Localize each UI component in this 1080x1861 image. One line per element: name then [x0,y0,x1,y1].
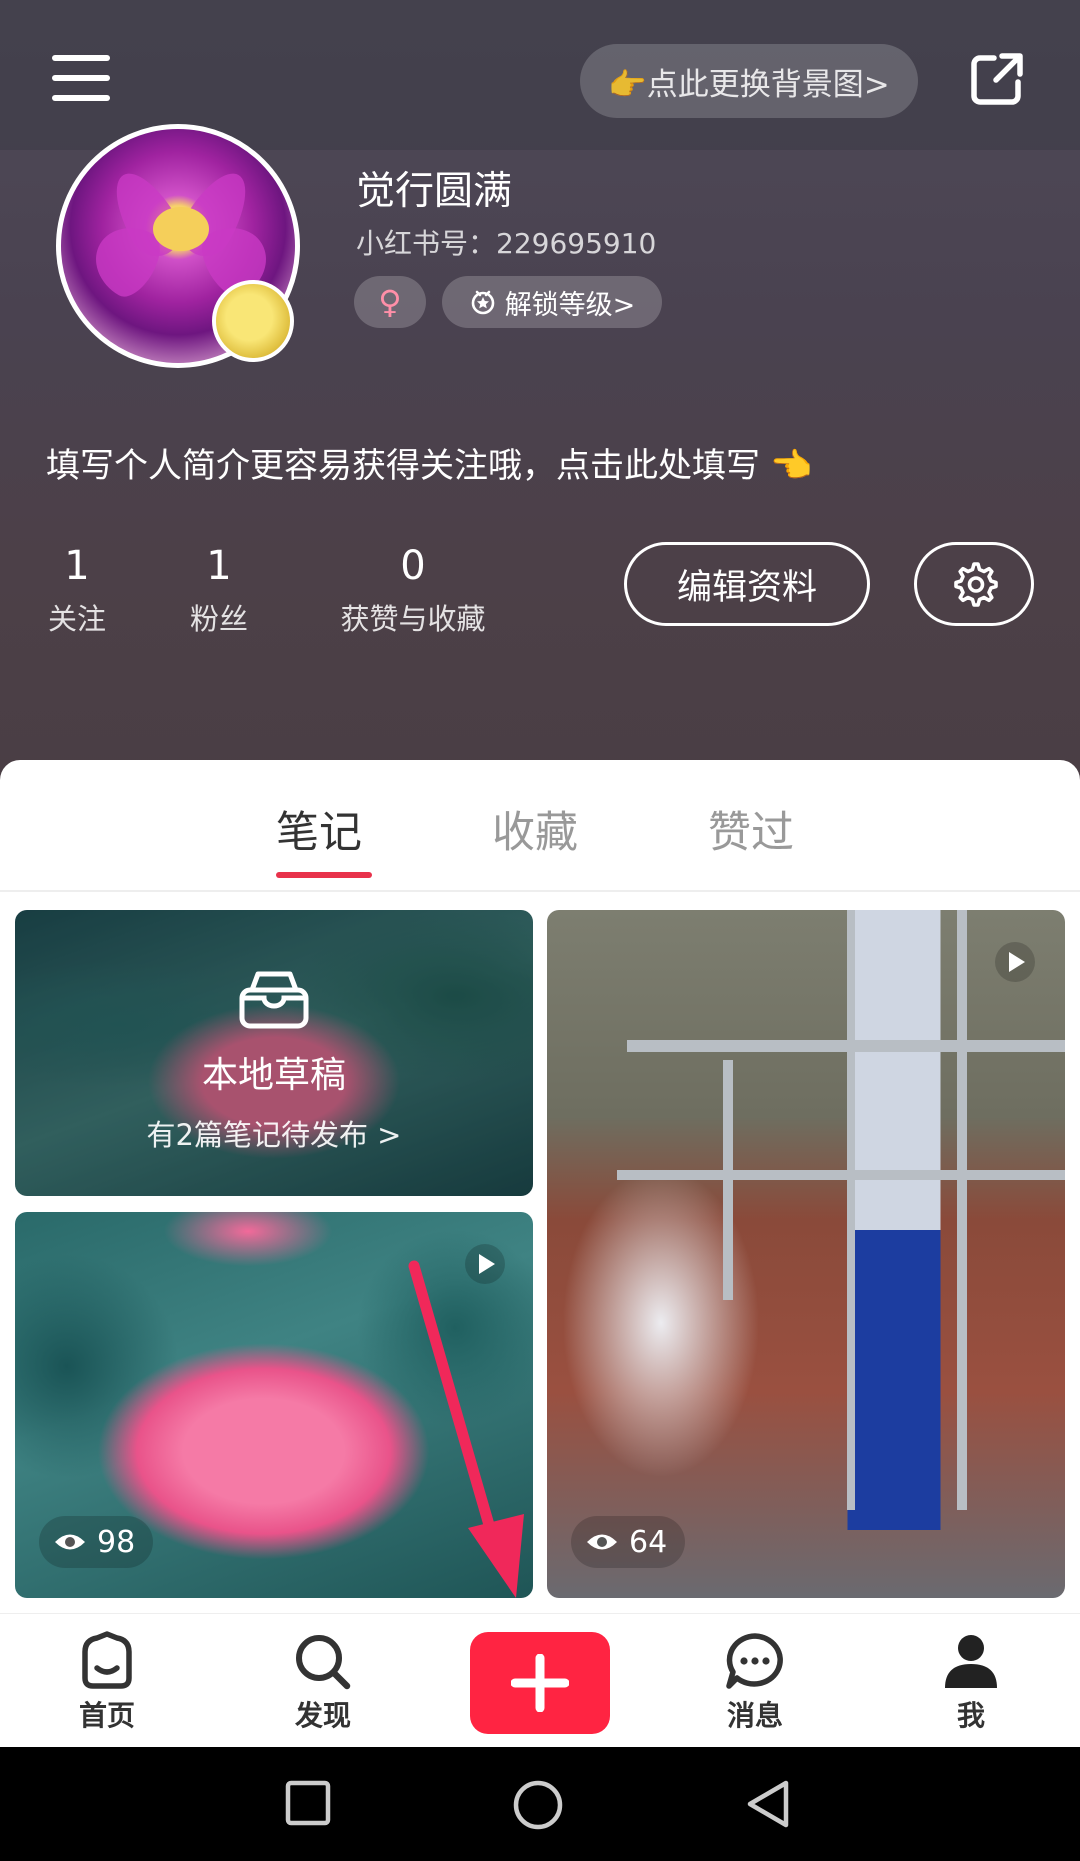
likes-collects-count: 0 [400,543,426,589]
plus-icon [511,1654,569,1712]
system-nav-bar [0,1747,1080,1861]
note-card[interactable]: 64 [547,910,1065,1598]
gender-badge: ♀ [354,276,426,328]
home-circle-icon[interactable] [512,1779,564,1831]
drafts-title: 本地草稿 [201,1055,346,1096]
bio-prompt[interactable]: 填写个人简介更容易获得关注哦，点击此处填写 👈 [46,438,812,487]
nickname: 觉行圆满 [356,169,513,214]
nav-me-label: 我 [956,1699,985,1732]
following-count: 1 [64,543,90,589]
menu-icon[interactable] [52,55,110,101]
nav-discover-label: 发现 [294,1699,351,1732]
tab-liked[interactable]: 赞过 [708,798,794,860]
note-card[interactable]: 98 [15,1212,533,1598]
tab-active-indicator [276,872,372,878]
tab-notes[interactable]: 笔记 [276,798,362,860]
view-count-value: 64 [629,1524,668,1560]
bio-text: 填写个人简介更容易获得关注哦，点击此处填写 [46,446,760,486]
profile-header: 👉点此更换背景图> 觉行圆满 小红书号：229695910 ♀ 解锁等级> 填写… [0,0,1080,800]
view-count-value: 98 [97,1524,136,1560]
search-icon [296,1635,351,1690]
video-play-icon [995,942,1035,982]
followers-count: 1 [206,543,232,589]
settings-button[interactable] [914,542,1034,626]
pointing-hand-icon: 👈 [770,446,813,486]
person-icon [945,1635,997,1688]
gear-icon [954,562,998,607]
drafts-box-icon [239,971,309,1029]
video-play-icon [465,1244,505,1284]
likes-collects-label: 获赞与收藏 [340,602,486,636]
following-stat[interactable]: 1 关注 [44,540,110,638]
medal-icon [471,290,494,315]
local-drafts-card[interactable]: 本地草稿 有2篇笔记待发布 > [15,910,533,1196]
share-icon[interactable] [968,50,1026,108]
nav-me[interactable]: 我 [916,1630,1026,1734]
eye-icon [587,1534,617,1550]
edit-profile-button[interactable]: 编辑资料 [624,542,870,626]
recent-apps-icon[interactable] [284,1779,332,1827]
view-count: 98 [39,1516,154,1568]
nav-discover[interactable]: 发现 [268,1630,378,1734]
tab-collections[interactable]: 收藏 [492,798,578,860]
nav-messages[interactable]: 消息 [700,1630,810,1734]
nav-home-label: 首页 [78,1699,135,1732]
following-label: 关注 [47,602,106,636]
home-icon [82,1631,132,1689]
change-background-button[interactable]: 👉点此更换背景图> [580,44,918,118]
nav-messages-label: 消息 [726,1699,783,1732]
nav-home[interactable]: 首页 [52,1630,162,1734]
drafts-subtitle: 有2篇笔记待发布 > [146,1118,402,1152]
notes-panel: 笔记 收藏 赞过 本地草稿 有2篇笔记待发布 > 98 64 [0,760,1080,1615]
profile-tabs: 笔记 收藏 赞过 [0,760,1080,892]
avatar-badge-icon [212,280,294,362]
bottom-nav: 首页 发现 消息 我 [0,1613,1080,1747]
level-label: 解锁等级> [504,289,636,321]
female-icon: ♀ [378,283,402,321]
create-post-button[interactable] [470,1632,610,1734]
likes-collects-stat[interactable]: 0 获赞与收藏 [328,540,498,638]
user-id: 小红书号：229695910 [356,227,657,260]
eye-icon [55,1534,85,1550]
message-icon [726,1633,783,1689]
followers-label: 粉丝 [189,602,248,636]
followers-stat[interactable]: 1 粉丝 [186,540,252,638]
unlock-level-button[interactable]: 解锁等级> [442,276,662,328]
view-count: 64 [571,1516,686,1568]
back-triangle-icon[interactable] [744,1779,792,1829]
